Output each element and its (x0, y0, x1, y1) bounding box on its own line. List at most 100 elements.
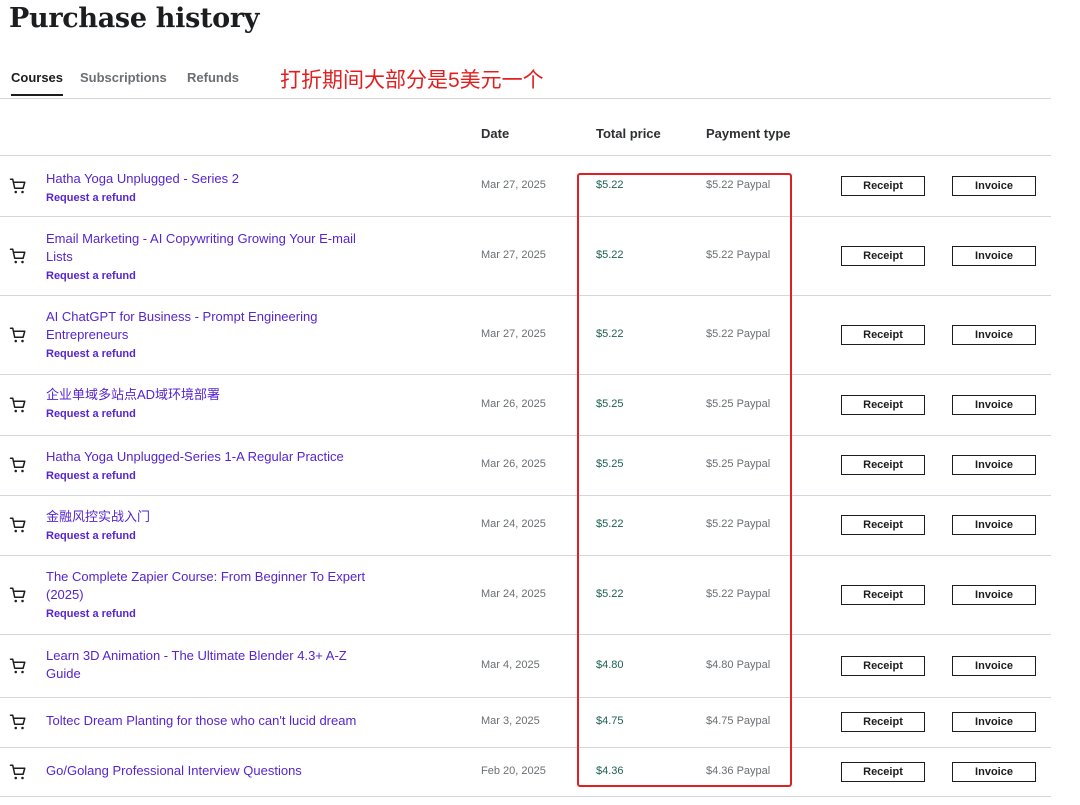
request-refund-link[interactable]: Request a refund (46, 346, 136, 362)
purchase-date: Mar 24, 2025 (481, 587, 546, 600)
course-cell: Hatha Yoga Unplugged-Series 1-A Regular … (46, 448, 376, 484)
invoice-button[interactable]: Invoice (952, 584, 1036, 605)
course-cell: Email Marketing - AI Copywriting Growing… (46, 230, 376, 284)
course-cell: The Complete Zapier Course: From Beginne… (46, 568, 376, 622)
course-title-link[interactable]: Hatha Yoga Unplugged - Series 2 (46, 170, 376, 188)
invoice-button[interactable]: Invoice (952, 712, 1036, 732)
shopping-cart-icon (9, 396, 27, 414)
table-row: Go/Golang Professional Interview Questio… (0, 747, 1051, 797)
invoice-button[interactable]: Invoice (952, 455, 1036, 475)
shopping-cart-icon (9, 177, 27, 195)
receipt-button[interactable]: Receipt (841, 584, 925, 605)
invoice-button[interactable]: Invoice (952, 761, 1036, 782)
payment-type: $4.80 Paypal (706, 658, 771, 671)
invoice-button[interactable]: Invoice (952, 515, 1036, 535)
shopping-cart-icon (9, 763, 27, 781)
receipt-button[interactable]: Receipt (841, 176, 925, 196)
purchase-date: Mar 26, 2025 (481, 397, 546, 410)
table-header: Date Total price Payment type (0, 112, 1051, 156)
course-cell: 金融风控实战入门 Request a refund (46, 508, 376, 544)
payment-type: $5.25 Paypal (706, 397, 771, 410)
table-row: Hatha Yoga Unplugged - Series 2 Request a… (0, 156, 1051, 217)
total-price: $4.36 (596, 764, 624, 777)
payment-type: $4.75 Paypal (706, 715, 771, 727)
receipt-button[interactable]: Receipt (841, 515, 925, 535)
purchase-date: Mar 26, 2025 (481, 458, 546, 470)
request-refund-link[interactable]: Request a refund (46, 468, 136, 484)
payment-type: $5.22 Paypal (706, 587, 771, 600)
table-row: 金融风控实战入门 Request a refund Mar 24, 2025 $5.2… (0, 495, 1051, 556)
receipt-button[interactable]: Receipt (841, 655, 925, 676)
table-row: 企业单域多站点AD域环境部署 Request a refund Mar 26, 20… (0, 374, 1051, 436)
course-cell: Learn 3D Animation - The Ultimate Blende… (46, 647, 376, 683)
course-title-link[interactable]: AI ChatGPT for Business - Prompt Enginee… (46, 308, 376, 344)
total-price: $5.22 (596, 179, 624, 191)
purchase-date: Mar 27, 2025 (481, 327, 546, 340)
request-refund-link[interactable]: Request a refund (46, 406, 136, 422)
course-title-link[interactable]: Hatha Yoga Unplugged-Series 1-A Regular … (46, 448, 376, 466)
invoice-button[interactable]: Invoice (952, 245, 1036, 266)
header-date: Date (481, 126, 510, 141)
invoice-button[interactable]: Invoice (952, 394, 1036, 415)
course-title-link[interactable]: Go/Golang Professional Interview Questio… (46, 762, 376, 780)
course-title-link[interactable]: Learn 3D Animation - The Ultimate Blende… (46, 647, 376, 683)
receipt-button[interactable]: Receipt (841, 455, 925, 475)
request-refund-link[interactable]: Request a refund (46, 268, 136, 284)
tab-subscriptions[interactable]: Subscriptions (80, 70, 167, 95)
receipt-button[interactable]: Receipt (841, 761, 925, 782)
course-cell: Hatha Yoga Unplugged - Series 2 Request a… (46, 170, 376, 206)
request-refund-link[interactable]: Request a refund (46, 606, 136, 622)
course-title-link[interactable]: 金融风控实战入门 (46, 508, 376, 526)
page-title: Purchase history (9, 3, 260, 34)
receipt-button[interactable]: Receipt (841, 712, 925, 732)
receipt-button[interactable]: Receipt (841, 245, 925, 266)
course-title-link[interactable]: The Complete Zapier Course: From Beginne… (46, 568, 376, 604)
total-price: $5.22 (596, 327, 624, 340)
total-price: $5.25 (596, 397, 624, 410)
course-cell: 企业单域多站点AD域环境部署 Request a refund (46, 386, 376, 422)
purchase-date: Feb 20, 2025 (481, 764, 546, 777)
purchase-date: Mar 24, 2025 (481, 518, 546, 530)
tab-refunds[interactable]: Refunds (187, 70, 239, 95)
total-price: $5.22 (596, 518, 624, 530)
header-total-price: Total price (596, 126, 661, 141)
request-refund-link[interactable]: Request a refund (46, 528, 136, 544)
invoice-button[interactable]: Invoice (952, 324, 1036, 345)
shopping-cart-icon (9, 713, 27, 731)
course-cell: Toltec Dream Planting for those who can'… (46, 712, 376, 730)
course-cell: AI ChatGPT for Business - Prompt Enginee… (46, 308, 376, 362)
payment-type: $5.25 Paypal (706, 458, 771, 470)
payment-type: $5.22 Paypal (706, 327, 771, 340)
payment-type: $5.22 Paypal (706, 248, 771, 261)
purchase-date: Mar 27, 2025 (481, 248, 546, 261)
header-payment-type: Payment type (706, 126, 791, 141)
total-price: $5.22 (596, 248, 624, 261)
receipt-button[interactable]: Receipt (841, 394, 925, 415)
request-refund-link[interactable]: Request a refund (46, 190, 136, 206)
total-price: $5.22 (596, 587, 624, 600)
course-title-link[interactable]: 企业单域多站点AD域环境部署 (46, 386, 376, 404)
purchase-date: Mar 3, 2025 (481, 715, 540, 727)
total-price: $4.80 (596, 658, 624, 671)
table-row: Email Marketing - AI Copywriting Growing… (0, 216, 1051, 296)
course-title-link[interactable]: Toltec Dream Planting for those who can'… (46, 712, 376, 730)
invoice-button[interactable]: Invoice (952, 655, 1036, 676)
total-price: $5.25 (596, 458, 624, 470)
annotation-note: 打折期间大部分是5美元一个 (280, 69, 544, 92)
shopping-cart-icon (9, 247, 27, 265)
total-price: $4.75 (596, 715, 624, 727)
table-row: The Complete Zapier Course: From Beginne… (0, 555, 1051, 635)
payment-type: $5.22 Paypal (706, 518, 771, 530)
shopping-cart-icon (9, 456, 27, 474)
payment-type: $4.36 Paypal (706, 764, 771, 777)
course-title-link[interactable]: Email Marketing - AI Copywriting Growing… (46, 230, 376, 266)
table-row: AI ChatGPT for Business - Prompt Enginee… (0, 295, 1051, 375)
purchase-date: Mar 4, 2025 (481, 658, 540, 671)
purchase-date: Mar 27, 2025 (481, 179, 546, 191)
receipt-button[interactable]: Receipt (841, 324, 925, 345)
table-row: Toltec Dream Planting for those who can'… (0, 697, 1051, 748)
tab-courses[interactable]: Courses (11, 70, 64, 96)
table-row: Learn 3D Animation - The Ultimate Blende… (0, 634, 1051, 698)
shopping-cart-icon (9, 657, 27, 675)
invoice-button[interactable]: Invoice (952, 176, 1036, 196)
